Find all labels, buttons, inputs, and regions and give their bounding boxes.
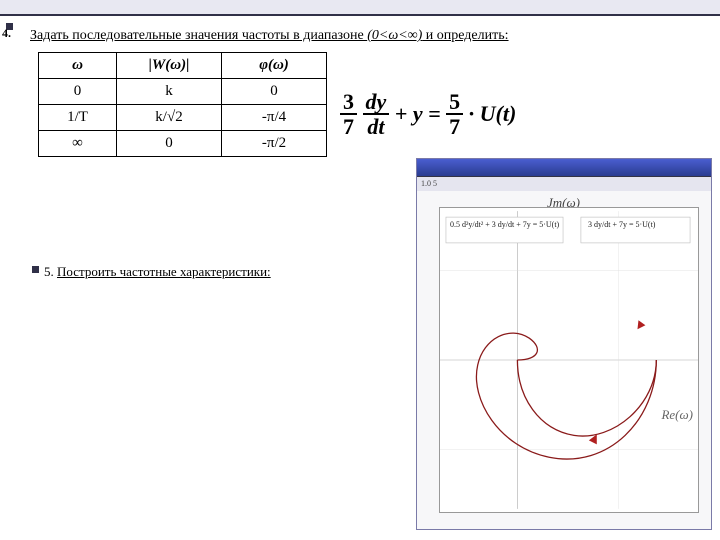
task5-label: Построить частотные характеристики: bbox=[57, 264, 271, 279]
plot-svg bbox=[440, 208, 698, 512]
plot-annotation-right: 3 dy/dt + 7y = 5·U(t) bbox=[588, 220, 655, 229]
task4-prefix: Задать последовательные значения частоты… bbox=[30, 28, 367, 43]
frac-5-7: 5 7 bbox=[446, 90, 463, 138]
task-5-text: 5. Построить частотные характеристики: bbox=[44, 264, 271, 280]
plot-window: 1.0 5 Jm(ω) 0.5 d²y/dt² + 3 dy/dt + 7y =… bbox=[416, 158, 712, 530]
axis-x-label: Re(ω) bbox=[661, 407, 693, 423]
table-row: 1/T k/√2 -π/4 bbox=[39, 105, 327, 131]
frac-dy-dt: dy dt bbox=[363, 90, 390, 138]
th-w: |W(ω)| bbox=[117, 53, 222, 79]
task4-suffix: и определить: bbox=[422, 28, 508, 43]
table-row: ∞ 0 -π/2 bbox=[39, 131, 327, 157]
window-subbar: 1.0 5 bbox=[417, 177, 711, 191]
task4-range: (0<ω<∞) bbox=[367, 28, 422, 43]
item-4-number: 4. bbox=[2, 26, 11, 41]
header-stripe bbox=[0, 0, 720, 16]
nyquist-plot: 0.5 d²y/dt² + 3 dy/dt + 7y = 5·U(t) 3 dy… bbox=[439, 207, 699, 513]
th-omega: ω bbox=[39, 53, 117, 79]
th-phi: φ(ω) bbox=[222, 53, 327, 79]
task-4-text: Задать последовательные значения частоты… bbox=[30, 28, 509, 44]
frac-3-7: 3 7 bbox=[340, 90, 357, 138]
item-5-number: 5. bbox=[44, 264, 54, 279]
bullet-5 bbox=[32, 266, 39, 273]
window-titlebar bbox=[417, 159, 711, 177]
table-header-row: ω |W(ω)| φ(ω) bbox=[39, 53, 327, 79]
table-row: 0 k 0 bbox=[39, 79, 327, 105]
differential-equation: 3 7 dy dt + y = 5 7 · U(t) bbox=[340, 90, 516, 138]
plot-annotation-left: 0.5 d²y/dt² + 3 dy/dt + 7y = 5·U(t) bbox=[450, 220, 559, 229]
frequency-table: ω |W(ω)| φ(ω) 0 k 0 1/T k/√2 -π/4 ∞ 0 -π… bbox=[38, 52, 327, 157]
